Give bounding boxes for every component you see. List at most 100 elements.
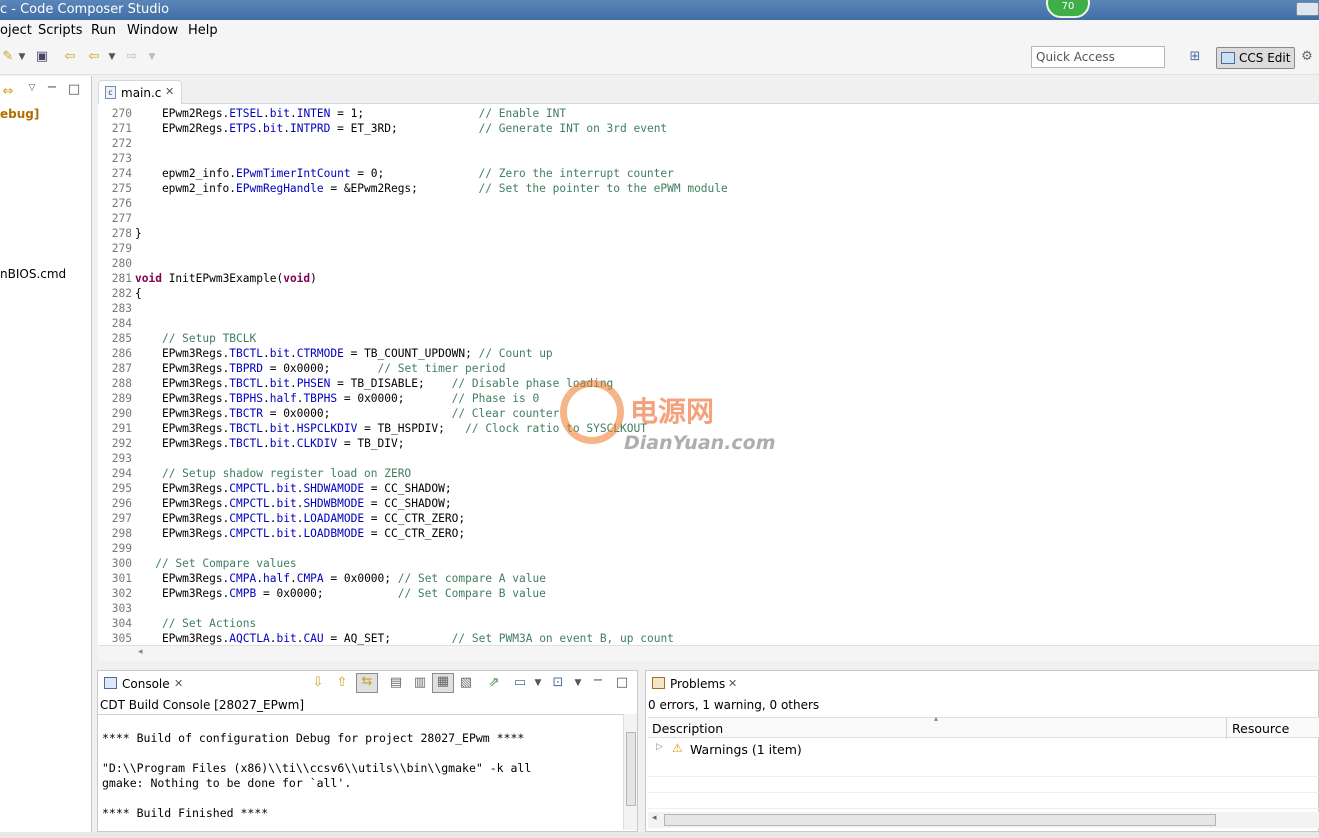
- tree-item-debug[interactable]: ebug]: [0, 107, 39, 121]
- problems-horizontal-scrollbar[interactable]: ◂: [648, 812, 1319, 828]
- code-line[interactable]: 270 EPwm2Regs.ETSEL.bit.INTEN = 1; // En…: [98, 106, 1319, 121]
- table-grid: [648, 761, 1319, 811]
- code-line[interactable]: 278}: [98, 226, 1319, 241]
- code-line[interactable]: 287 EPwm3Regs.TBPRD = 0x0000; // Set tim…: [98, 361, 1319, 376]
- code-line[interactable]: 282{: [98, 286, 1319, 301]
- expand-icon[interactable]: ▷: [656, 742, 663, 752]
- line-number: 271: [111, 122, 132, 135]
- quick-access-input[interactable]: Quick Access: [1031, 46, 1165, 68]
- scrollbar-thumb[interactable]: [626, 732, 636, 806]
- menu-project[interactable]: oject: [0, 23, 32, 38]
- maximize-icon[interactable]: □: [66, 82, 82, 98]
- tab-problems[interactable]: Problems ✕: [648, 671, 737, 697]
- line-number: 270: [111, 107, 132, 120]
- maximize-icon[interactable]: □: [614, 675, 630, 691]
- scroll-up-icon[interactable]: ⇧: [334, 675, 350, 691]
- code-text: // Set Actions: [161, 617, 257, 630]
- menu-window[interactable]: Window: [127, 23, 178, 38]
- code-line[interactable]: 292 EPwm3Regs.TBCTL.bit.CLKDIV = TB_DIV;: [98, 436, 1319, 451]
- line-number: 278: [111, 227, 132, 240]
- table-row[interactable]: ▷ ⚠ Warnings (1 item): [648, 739, 1319, 761]
- code-line[interactable]: 291 EPwm3Regs.TBCTL.bit.HSPCLKDIV = TB_H…: [98, 421, 1319, 436]
- open-perspective-icon[interactable]: ⊞: [1187, 49, 1203, 65]
- scrollbar-thumb[interactable]: [664, 814, 1216, 826]
- code-text: EPwm3Regs.TBPHS.half.TBPHS = 0x0000; // …: [135, 392, 540, 405]
- code-line[interactable]: 272: [98, 136, 1319, 151]
- notification-badge[interactable]: 70: [1046, 0, 1090, 18]
- menu-scripts[interactable]: Scripts: [38, 23, 82, 38]
- code-line[interactable]: 299: [98, 541, 1319, 556]
- scroll-down-icon[interactable]: ⇩: [310, 675, 326, 691]
- open-console-icon[interactable]: ⇗: [486, 675, 502, 691]
- code-line[interactable]: 276: [98, 196, 1319, 211]
- clear-console-icon[interactable]: ▧: [458, 675, 474, 691]
- scroll-lock-icon[interactable]: ⇆: [356, 673, 378, 693]
- window-control-button[interactable]: [1296, 2, 1319, 16]
- code-line[interactable]: 298 EPwm3Regs.CMPCTL.bit.LOADBMODE = CC_…: [98, 526, 1319, 541]
- debug-perspective-icon[interactable]: ⚙: [1299, 49, 1315, 65]
- menu-help[interactable]: Help: [188, 23, 218, 38]
- console-vertical-scrollbar[interactable]: [623, 714, 637, 830]
- close-icon[interactable]: ✕: [165, 85, 174, 98]
- code-line[interactable]: 300 // Set Compare values: [98, 556, 1319, 571]
- code-text: // Setup shadow register load on ZERO: [161, 467, 412, 480]
- code-line[interactable]: 301 EPwm3Regs.CMPA.half.CMPA = 0x0000; /…: [98, 571, 1319, 586]
- last-edit-icon[interactable]: ⇦: [62, 49, 78, 65]
- tab-console[interactable]: Console ✕: [100, 671, 183, 697]
- tab-main-c[interactable]: c main.c ✕: [98, 80, 182, 104]
- column-description[interactable]: Description: [652, 721, 723, 736]
- new-console-icon[interactable]: ⊡: [550, 675, 566, 691]
- tree-item-cmd-file[interactable]: nBIOS.cmd: [0, 267, 66, 281]
- code-line[interactable]: 284: [98, 316, 1319, 331]
- word-wrap-icon[interactable]: ▤: [388, 675, 404, 691]
- editor-horizontal-scrollbar[interactable]: ◂: [98, 645, 1319, 661]
- code-line[interactable]: 271 EPwm2Regs.ETPS.bit.INTPRD = ET_3RD; …: [98, 121, 1319, 136]
- show-console-icon[interactable]: ▥: [412, 675, 428, 691]
- display-console-icon[interactable]: ▭: [512, 675, 528, 691]
- code-line[interactable]: 294 // Setup shadow register load on ZER…: [98, 466, 1319, 481]
- code-line[interactable]: 285 // Setup TBCLK: [98, 331, 1319, 346]
- code-line[interactable]: 302 EPwm3Regs.CMPB = 0x0000; // Set Comp…: [98, 586, 1319, 601]
- code-line[interactable]: 274 epwm2_info.EPwmTimerIntCount = 0; //…: [98, 166, 1319, 181]
- code-line[interactable]: 273: [98, 151, 1319, 166]
- code-line[interactable]: 283: [98, 301, 1319, 316]
- code-line[interactable]: 295 EPwm3Regs.CMPCTL.bit.SHDWAMODE = CC_…: [98, 481, 1319, 496]
- code-editor[interactable]: 270 EPwm2Regs.ETSEL.bit.INTEN = 1; // En…: [98, 104, 1319, 645]
- close-icon[interactable]: ✕: [728, 677, 737, 690]
- code-line[interactable]: 277: [98, 211, 1319, 226]
- scroll-left-icon[interactable]: ◂: [138, 647, 143, 657]
- scroll-left-icon[interactable]: ◂: [652, 813, 657, 823]
- code-line[interactable]: 275 epwm2_info.EPwmRegHandle = &EPwm2Reg…: [98, 181, 1319, 196]
- code-line[interactable]: 305 EPwm3Regs.AQCTLA.bit.CAU = AQ_SET; /…: [98, 631, 1319, 645]
- minimize-icon[interactable]: −: [590, 673, 606, 689]
- menu-run[interactable]: Run: [91, 23, 116, 38]
- code-line[interactable]: 280: [98, 256, 1319, 271]
- code-line[interactable]: 279: [98, 241, 1319, 256]
- view-menu-icon[interactable]: ▽: [24, 80, 40, 96]
- code-line[interactable]: 304 // Set Actions: [98, 616, 1319, 631]
- forward-dropdown-icon[interactable]: ▼: [144, 49, 160, 65]
- link-editor-icon[interactable]: ⇔: [0, 84, 16, 100]
- column-resource[interactable]: Resource: [1232, 721, 1289, 736]
- display-console-dropdown-icon[interactable]: ▼: [530, 675, 546, 691]
- code-line[interactable]: 303: [98, 601, 1319, 616]
- toggle-view-icon[interactable]: ▣: [34, 49, 50, 65]
- code-line[interactable]: 290 EPwm3Regs.TBCTR = 0x0000; // Clear c…: [98, 406, 1319, 421]
- new-console-dropdown-icon[interactable]: ▼: [570, 675, 586, 691]
- code-line[interactable]: 296 EPwm3Regs.CMPCTL.bit.SHDWBMODE = CC_…: [98, 496, 1319, 511]
- ccs-edit-perspective-button[interactable]: CCS Edit: [1216, 47, 1295, 69]
- pin-console-icon[interactable]: ▦: [432, 673, 454, 693]
- code-line[interactable]: 289 EPwm3Regs.TBPHS.half.TBPHS = 0x0000;…: [98, 391, 1319, 406]
- code-line[interactable]: 293: [98, 451, 1319, 466]
- close-icon[interactable]: ✕: [174, 677, 183, 690]
- code-line[interactable]: 286 EPwm3Regs.TBCTL.bit.CTRMODE = TB_COU…: [98, 346, 1319, 361]
- code-line[interactable]: 297 EPwm3Regs.CMPCTL.bit.LOADAMODE = CC_…: [98, 511, 1319, 526]
- code-line[interactable]: 288 EPwm3Regs.TBCTL.bit.PHSEN = TB_DISAB…: [98, 376, 1319, 391]
- back-dropdown-icon[interactable]: ▼: [104, 49, 120, 65]
- minimize-icon[interactable]: −: [44, 80, 60, 96]
- back-icon[interactable]: ⇦: [86, 49, 102, 65]
- forward-icon[interactable]: ⇨: [124, 49, 140, 65]
- dropdown-arrow-icon[interactable]: ▼: [14, 49, 30, 65]
- code-line[interactable]: 281 void InitEPwm3Example(void): [98, 271, 1319, 286]
- perspective-icon: [1221, 52, 1235, 64]
